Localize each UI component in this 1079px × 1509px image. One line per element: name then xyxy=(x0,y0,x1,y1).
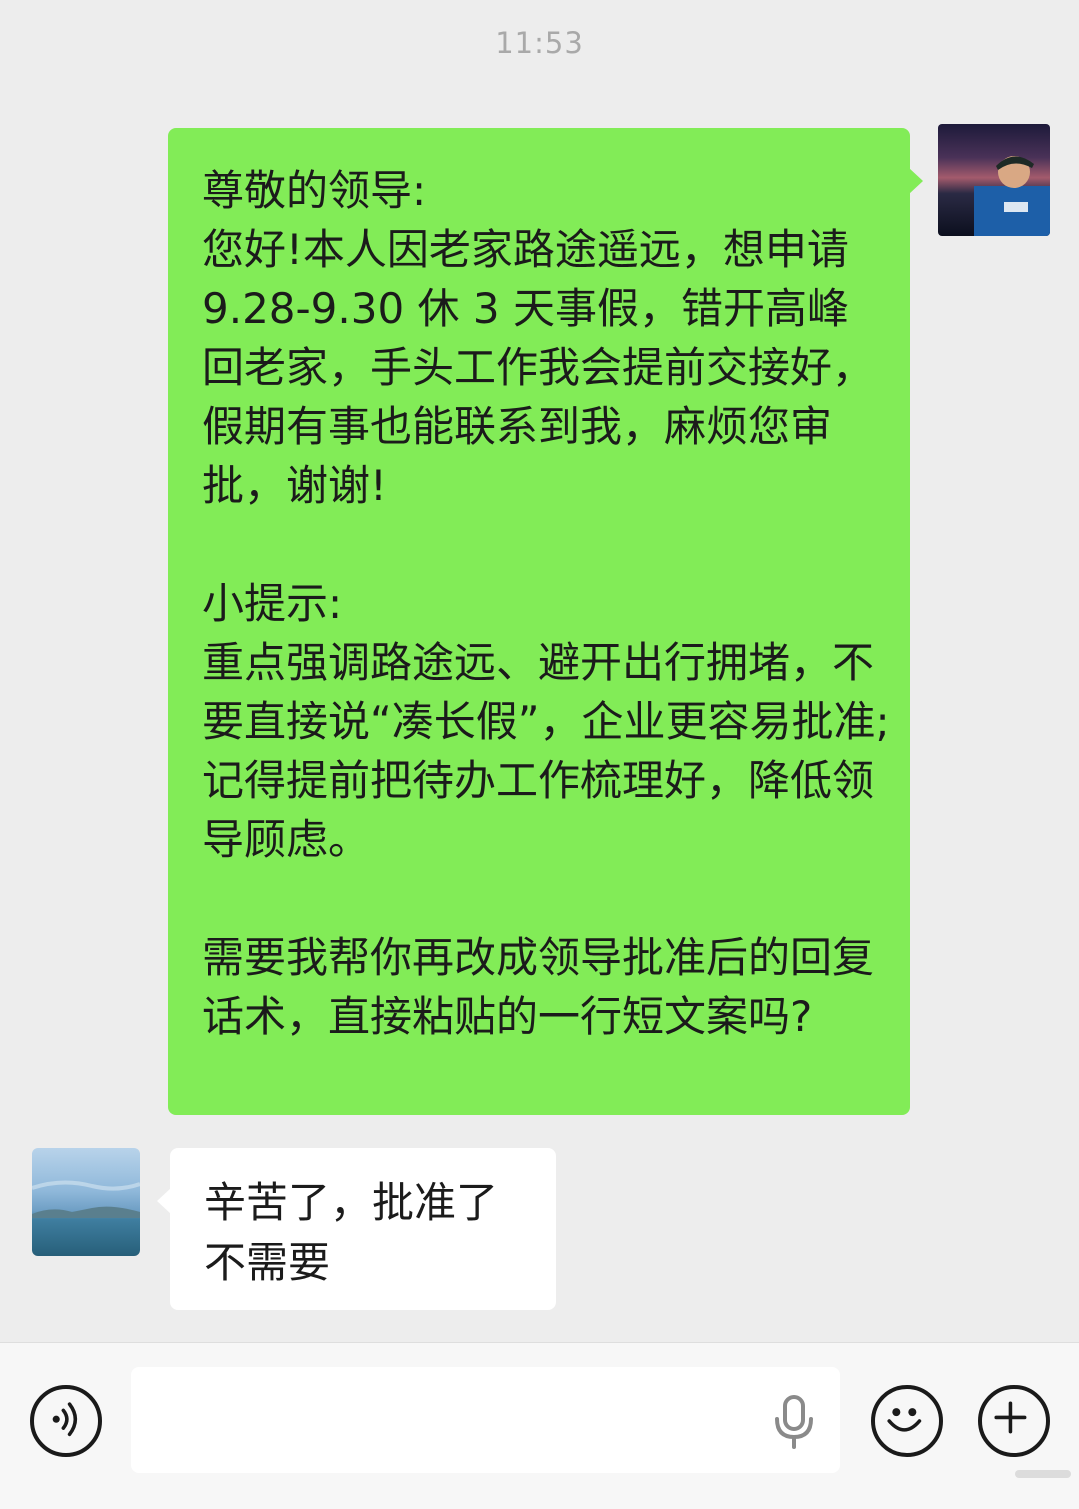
more-functions-button[interactable] xyxy=(978,1385,1050,1457)
voice-mode-button[interactable] xyxy=(30,1385,102,1457)
voice-mode-icon xyxy=(52,1402,78,1437)
outgoing-message-text: 尊敬的领导: 您好!本人因老家路途遥远，想申请 9.28-9.30 休 3 天事… xyxy=(202,166,890,1041)
plus-icon xyxy=(994,1401,1027,1434)
self-avatar[interactable] xyxy=(938,124,1050,236)
avatar-person-figure xyxy=(974,156,1050,236)
message-input[interactable] xyxy=(131,1367,840,1473)
emoji-button[interactable] xyxy=(871,1385,943,1457)
contact-avatar[interactable] xyxy=(32,1148,140,1256)
message-timestamp: 11:53 xyxy=(495,26,584,60)
home-indicator xyxy=(1015,1470,1071,1478)
microphone-icon[interactable] xyxy=(770,1393,818,1451)
incoming-message-text: 辛苦了，批准了 不需要 xyxy=(204,1178,499,1287)
emoji-icon xyxy=(887,1408,922,1432)
chat-input-bar xyxy=(0,1342,1079,1509)
incoming-message-bubble[interactable]: 辛苦了，批准了 不需要 xyxy=(157,1148,556,1310)
outgoing-message-bubble[interactable]: 尊敬的领导: 您好!本人因老家路途遥远，想申请 9.28-9.30 休 3 天事… xyxy=(168,128,923,1115)
avatar-sea-landscape xyxy=(32,1180,140,1218)
